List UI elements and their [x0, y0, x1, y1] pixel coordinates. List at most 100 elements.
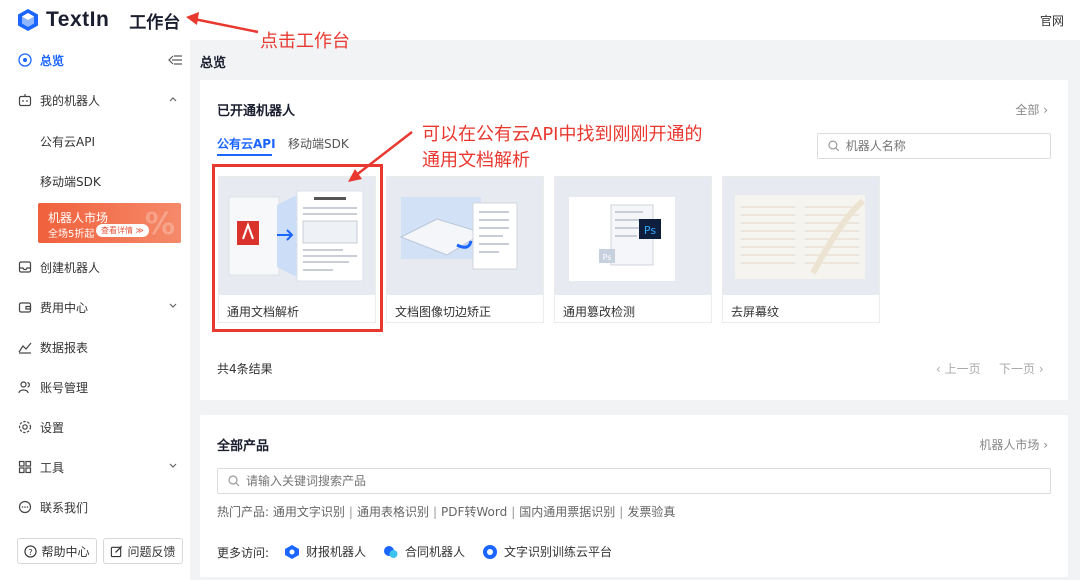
sidebar-item-contact[interactable]: 联系我们 — [0, 487, 190, 527]
annotation-click-workbench: 点击工作台 — [260, 31, 350, 52]
promo-details-badge[interactable]: 查看详情 ≫ — [96, 224, 149, 237]
separator: | — [511, 505, 516, 519]
visit-link-label: 合同机器人 — [405, 545, 466, 559]
sidebar-item-billing[interactable]: 费用中心 — [0, 287, 190, 327]
users-icon — [18, 380, 32, 394]
hot-product-link[interactable]: 发票验真 — [627, 505, 675, 519]
official-site-link[interactable]: 官网 — [1040, 12, 1064, 29]
sidebar-item-my-robots[interactable]: 我的机器人 — [0, 80, 190, 120]
separator: | — [432, 505, 437, 519]
sidebar-item-mobile-sdk[interactable]: 移动端SDK — [40, 173, 101, 190]
inbox-icon — [18, 260, 32, 274]
compass-icon — [18, 53, 32, 67]
feedback-button[interactable]: 问题反馈 — [103, 538, 183, 564]
robot-icon — [18, 93, 32, 107]
sidebar-item-create-robot[interactable]: 创建机器人 — [0, 247, 190, 287]
sidebar-item-data-report[interactable]: 数据报表 — [0, 327, 190, 367]
sidebar-item-label: 费用中心 — [40, 300, 89, 315]
search-icon — [828, 140, 840, 152]
robot-card-image-crop[interactable]: 文档图像切边矫正 — [386, 176, 544, 323]
tamper-detect-thumbnail: Ps Ps — [555, 177, 711, 295]
robot-market-promo-banner[interactable]: 机器人市场 全场5折起 查看详情 ≫ % — [38, 203, 181, 243]
moire-removal-thumbnail — [723, 177, 879, 295]
hot-product-link[interactable]: 通用文字识别 — [273, 505, 345, 519]
active-tab-indicator — [217, 154, 272, 156]
hot-product-link[interactable]: PDF转Word — [441, 505, 507, 519]
sidebar-item-label: 工具 — [40, 460, 65, 475]
product-search-field[interactable] — [217, 468, 1051, 494]
sidebar-item-label: 创建机器人 — [40, 260, 101, 275]
sidebar-item-public-api[interactable]: 公有云API — [40, 133, 95, 150]
sidebar-item-tools[interactable]: 工具 — [0, 447, 190, 487]
sidebar-item-label: 数据报表 — [40, 340, 89, 355]
chevron-up-icon — [169, 97, 177, 102]
robot-card-moire-removal[interactable]: 去屏幕纹 — [722, 176, 880, 323]
financial-robot-icon — [285, 544, 299, 559]
help-center-button[interactable]: ? 帮助中心 — [17, 538, 97, 564]
edit-icon — [111, 545, 123, 557]
svg-text:Ps: Ps — [644, 224, 656, 237]
visit-contract-robot[interactable]: 合同机器人 — [383, 543, 465, 560]
chevron-down-icon — [169, 463, 177, 468]
logo-mark-icon — [18, 9, 38, 31]
svg-text:Ps: Ps — [603, 253, 612, 262]
tab-public-api[interactable]: 公有云API — [217, 135, 276, 152]
ocr-platform-icon — [483, 544, 497, 559]
robot-name: 文档图像切边矫正 — [395, 305, 492, 319]
sidebar-item-overview[interactable]: 总览 — [0, 40, 190, 80]
promo-title: 机器人市场 — [48, 211, 109, 225]
gear-icon — [18, 420, 32, 434]
more-visit-label: 更多访问: — [217, 546, 270, 560]
hot-product-link[interactable]: 通用表格识别 — [357, 505, 429, 519]
tab-mobile-sdk[interactable]: 移动端SDK — [288, 135, 349, 152]
workbench-title[interactable]: 工作台 — [129, 8, 180, 33]
sidebar-item-label: 账号管理 — [40, 380, 89, 395]
visit-ocr-training-platform[interactable]: 文字识别训练云平台 — [482, 543, 612, 560]
svg-text:?: ? — [29, 546, 33, 556]
promo-subtitle: 全场5折起 — [48, 229, 95, 240]
collapse-sidebar-icon[interactable] — [168, 54, 182, 66]
hot-product-link[interactable]: 国内通用票据识别 — [519, 505, 615, 519]
sidebar-item-account[interactable]: 账号管理 — [0, 367, 190, 407]
annotation-find-hint-line1: 可以在公有云API中找到刚刚开通的 — [422, 124, 703, 145]
robot-card-tamper-detect[interactable]: Ps Ps 通用篡改检测 — [554, 176, 712, 323]
prev-page-button[interactable]: ‹ 上一页 — [936, 360, 981, 377]
view-all-link[interactable]: 全部 › — [1015, 101, 1048, 118]
grid-icon — [18, 460, 32, 474]
opened-robots-title: 已开通机器人 — [217, 104, 296, 119]
help-icon: ? — [24, 544, 38, 558]
sidebar-item-label: 联系我们 — [40, 500, 89, 515]
visit-financial-robot[interactable]: 财报机器人 — [284, 543, 366, 560]
highlight-box — [212, 164, 383, 332]
top-header: TextIn 工作台 官网 — [0, 0, 1080, 40]
feedback-label: 问题反馈 — [127, 544, 176, 559]
result-count: 共4条结果 — [217, 362, 273, 376]
search-icon — [228, 475, 240, 487]
page-title: 总览 — [200, 56, 227, 71]
sidebar-item-label: 设置 — [40, 420, 65, 435]
visit-link-label: 文字识别训练云平台 — [504, 545, 613, 559]
visit-link-label: 财报机器人 — [306, 545, 367, 559]
robot-name: 去屏幕纹 — [731, 305, 780, 319]
percent-icon: % — [144, 207, 175, 242]
robot-search-input[interactable] — [845, 139, 1050, 153]
wallet-icon — [18, 300, 32, 314]
separator: | — [619, 505, 624, 519]
chat-icon — [18, 500, 32, 514]
logo-text: TextIn — [46, 8, 110, 31]
hot-products-row: 热门产品: 通用文字识别 | 通用表格识别 | PDF转Word | 国内通用票据识别 | 发票… — [217, 503, 675, 520]
chart-line-icon — [18, 340, 32, 354]
robot-search-field[interactable] — [817, 133, 1051, 159]
separator: | — [348, 505, 353, 519]
contract-robot-icon — [384, 545, 398, 558]
next-page-button[interactable]: 下一页 › — [999, 360, 1044, 377]
image-crop-thumbnail — [387, 177, 543, 295]
robot-market-link[interactable]: 机器人市场 › — [979, 436, 1048, 453]
hot-products-label: 热门产品: — [217, 505, 270, 519]
product-search-input[interactable] — [246, 474, 995, 488]
chevron-down-icon — [169, 303, 177, 308]
sidebar-item-settings[interactable]: 设置 — [0, 407, 190, 447]
robot-name: 通用篡改检测 — [563, 305, 636, 319]
textin-logo[interactable]: TextIn — [16, 8, 109, 32]
help-center-label: 帮助中心 — [41, 544, 90, 559]
